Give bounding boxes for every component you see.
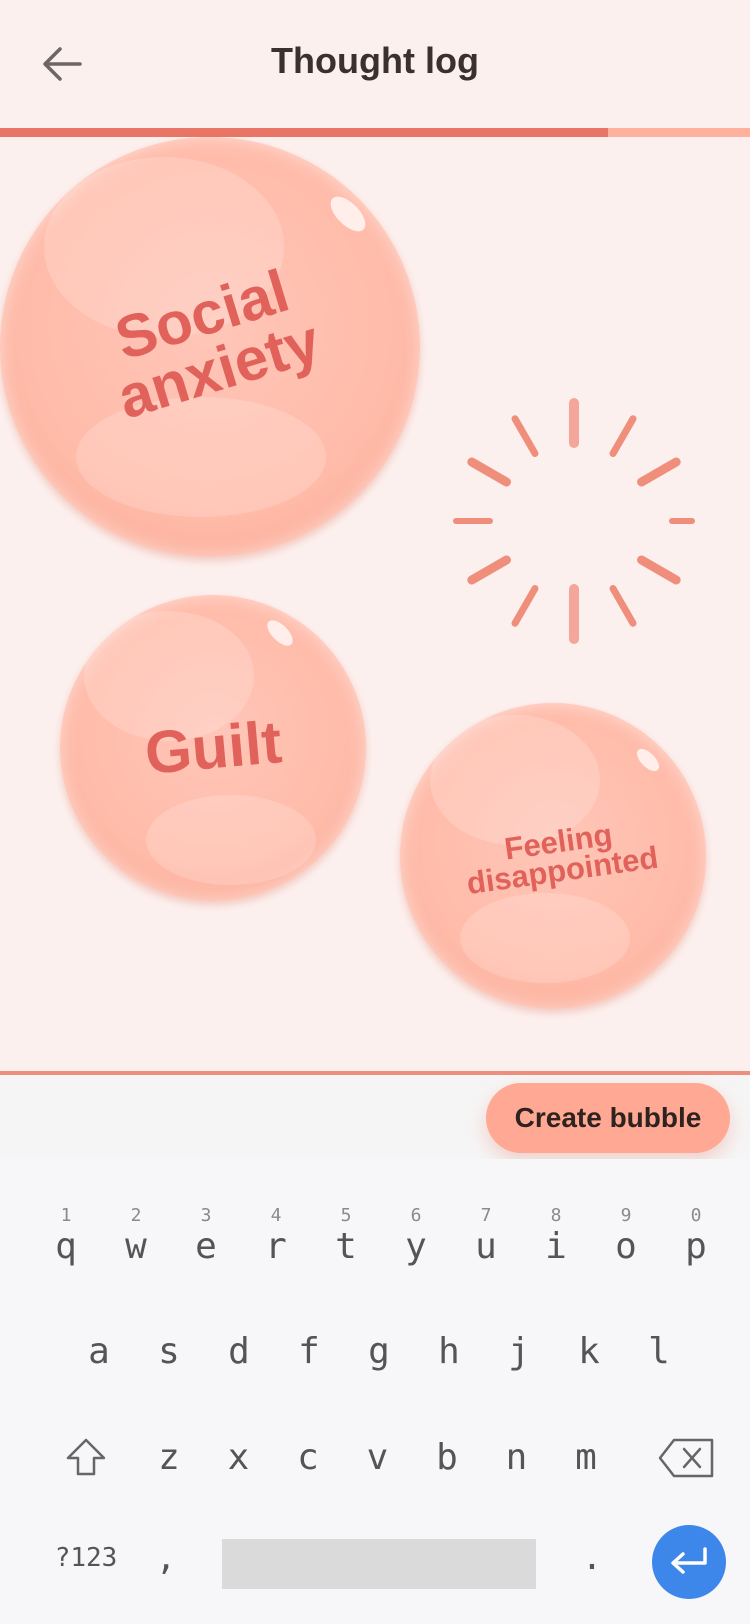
key-z[interactable]: z: [136, 1418, 202, 1498]
key-hint: 8: [550, 1205, 562, 1226]
page-title: Thought log: [271, 40, 479, 81]
progress-bar-fill: [0, 128, 608, 137]
key-char: k: [578, 1331, 600, 1372]
key-char: g: [368, 1331, 390, 1372]
key-char: f: [298, 1331, 320, 1372]
app-header: Thought log: [0, 0, 750, 128]
key-p[interactable]: 0p: [663, 1196, 729, 1276]
bubble-feeling-disappointed[interactable]: Feeling disappointed: [400, 703, 706, 1009]
key-e[interactable]: 3e: [173, 1196, 239, 1276]
key-char: w: [125, 1226, 147, 1267]
key-y[interactable]: 6y: [383, 1196, 449, 1276]
key-hint: 4: [270, 1205, 282, 1226]
key-hint: 3: [200, 1205, 212, 1226]
key-char: y: [405, 1226, 427, 1267]
key-char: z: [158, 1437, 180, 1478]
backspace-icon: [658, 1438, 714, 1478]
key-d[interactable]: d: [206, 1312, 272, 1392]
key-v[interactable]: v: [345, 1418, 411, 1498]
key-k[interactable]: k: [556, 1312, 622, 1392]
key-s[interactable]: s: [136, 1312, 202, 1392]
key-char: l: [648, 1331, 670, 1372]
key-hint: 5: [340, 1205, 352, 1226]
key-n[interactable]: n: [484, 1418, 550, 1498]
key-char: b: [436, 1437, 458, 1478]
key-char: x: [227, 1437, 250, 1478]
key-char: j: [508, 1331, 530, 1372]
key-u[interactable]: 7u: [453, 1196, 519, 1276]
key-b[interactable]: b: [414, 1418, 480, 1498]
key-hint: 7: [480, 1205, 492, 1226]
enter-key[interactable]: [652, 1525, 726, 1599]
progress-bar: [0, 128, 750, 137]
symbols-key[interactable]: ?123: [36, 1518, 136, 1598]
key-i[interactable]: 8i: [523, 1196, 589, 1276]
key-char: i: [545, 1226, 567, 1267]
key-h[interactable]: h: [416, 1312, 482, 1392]
key-q[interactable]: 1q: [33, 1196, 99, 1276]
key-char: v: [366, 1437, 389, 1478]
space-key[interactable]: [222, 1539, 536, 1589]
key-g[interactable]: g: [346, 1312, 412, 1392]
key-char: p: [685, 1226, 707, 1267]
key-char: o: [615, 1226, 637, 1267]
key-char: e: [195, 1226, 217, 1267]
key-char: r: [265, 1226, 287, 1267]
backspace-key[interactable]: [652, 1418, 722, 1498]
bubble-label: Guilt: [142, 707, 284, 787]
period-key[interactable]: .: [572, 1518, 612, 1598]
comma-key[interactable]: ,: [146, 1518, 186, 1598]
key-char: q: [55, 1226, 77, 1267]
key-hint: 0: [690, 1205, 702, 1226]
key-char: u: [475, 1226, 497, 1267]
key-r[interactable]: 4r: [243, 1196, 309, 1276]
key-hint: 1: [60, 1205, 72, 1226]
key-char: d: [228, 1331, 250, 1372]
shift-icon: [66, 1438, 106, 1476]
key-char: t: [335, 1226, 357, 1267]
key-j[interactable]: j: [486, 1312, 552, 1392]
bubble-social-anxiety[interactable]: Social anxiety: [0, 137, 420, 557]
key-hint: 6: [410, 1205, 422, 1226]
key-w[interactable]: 2w: [103, 1196, 169, 1276]
key-c[interactable]: c: [275, 1418, 341, 1498]
key-char: n: [505, 1437, 528, 1478]
key-hint: 2: [130, 1205, 142, 1226]
key-hint: 9: [620, 1205, 632, 1226]
key-x[interactable]: x: [206, 1418, 272, 1498]
key-m[interactable]: m: [553, 1418, 619, 1498]
bubble-guilt[interactable]: Guilt: [60, 595, 366, 901]
key-char: h: [438, 1331, 460, 1372]
key-char: a: [88, 1331, 110, 1372]
create-bubble-button[interactable]: Create bubble: [486, 1083, 730, 1153]
key-char: s: [158, 1331, 180, 1372]
key-char: c: [297, 1437, 319, 1478]
loading-spinner-icon: [453, 398, 695, 644]
enter-icon: [671, 1547, 707, 1574]
key-a[interactable]: a: [66, 1312, 132, 1392]
key-l[interactable]: l: [626, 1312, 692, 1392]
shift-key[interactable]: [56, 1418, 116, 1498]
key-char: m: [575, 1437, 597, 1478]
key-f[interactable]: f: [276, 1312, 342, 1392]
key-t[interactable]: 5t: [313, 1196, 379, 1276]
key-o[interactable]: 9o: [593, 1196, 659, 1276]
